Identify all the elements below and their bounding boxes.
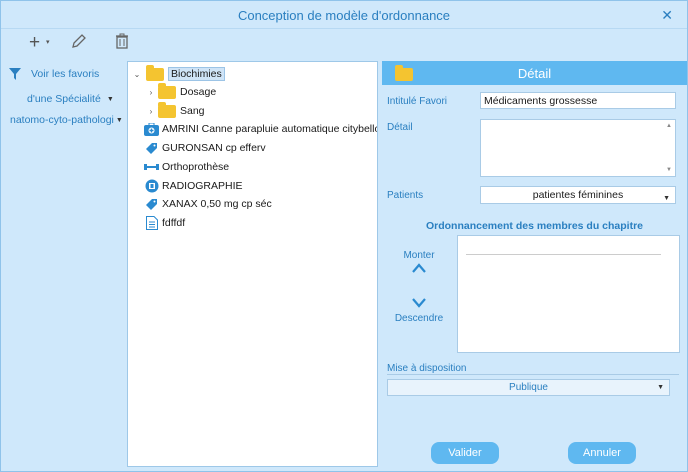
ordering-section-title: Ordonnancement des membres du chapitre — [425, 220, 644, 232]
availability-select-value: Publique — [509, 382, 548, 393]
chevron-right-icon[interactable]: › — [146, 88, 156, 97]
tree-item-fdffdf[interactable]: fdffdf — [144, 214, 185, 232]
tree-item-label: Sang — [180, 105, 205, 117]
chevron-down-icon[interactable]: ⌄ — [132, 70, 142, 79]
category-dropdown[interactable]: natomo-cyto-pathologi ▼ — [10, 114, 123, 126]
chevron-down-icon: ▼ — [115, 117, 123, 124]
add-icon[interactable]: + — [29, 32, 40, 54]
dialog-window: Conception de modèle d'ordonnance ✕ + ▾ … — [0, 0, 688, 472]
title-bar: Conception de modèle d'ordonnance ✕ — [1, 1, 687, 29]
chapter-members-list[interactable] — [457, 235, 680, 353]
list-item[interactable] — [466, 254, 661, 255]
specialty-dropdown[interactable]: d'une Spécialité ▼ — [27, 93, 114, 105]
drug-tag-icon — [144, 141, 159, 156]
scroll-up-icon[interactable]: ▲ — [666, 123, 672, 129]
edit-pencil-icon[interactable] — [71, 33, 87, 54]
availability-select[interactable]: Publique ▼ — [387, 379, 670, 396]
favori-label: Intitulé Favori — [387, 96, 448, 107]
move-down-label: Descendre — [394, 313, 444, 324]
detail-header: Détail — [382, 61, 687, 85]
tree-item-label: XANAX 0,50 mg cp séc — [162, 198, 272, 210]
left-filter-panel: Voir les favoris d'une Spécialité ▼ natom… — [1, 61, 125, 465]
show-favorites-link[interactable]: Voir les favoris — [31, 68, 99, 80]
patients-select[interactable]: patientes féminines ▼ — [480, 186, 676, 204]
radiography-icon — [144, 179, 159, 194]
tree-item-xanax[interactable]: XANAX 0,50 mg cp séc — [144, 195, 272, 213]
move-up-label: Monter — [403, 250, 435, 261]
validate-button[interactable]: Valider — [431, 442, 499, 464]
chevron-down-icon: ▼ — [663, 195, 670, 202]
folder-icon — [158, 82, 176, 99]
tree-item-biochimies[interactable]: ⌄ Biochimies — [132, 64, 225, 83]
filter-funnel-icon[interactable] — [9, 68, 21, 80]
chevron-down-icon: ▼ — [106, 96, 114, 103]
category-dropdown-label: natomo-cyto-pathologi — [10, 114, 114, 126]
favori-name-input[interactable]: Médicaments grossesse — [480, 92, 676, 109]
close-icon[interactable]: ✕ — [661, 7, 673, 24]
trash-icon[interactable] — [115, 33, 129, 54]
tree-item-label: GURONSAN cp efferv — [162, 142, 266, 154]
tree-item-label: RADIOGRAPHIE — [162, 180, 243, 192]
tree-item-sang[interactable]: › Sang — [146, 101, 205, 120]
tree-item-orthoprothese[interactable]: Orthoprothèse — [144, 158, 229, 176]
patients-label: Patients — [387, 190, 424, 201]
patients-select-value: patientes féminines — [532, 189, 624, 201]
document-icon — [144, 216, 159, 231]
detail-panel: Détail Intitulé Favori Médicaments gross… — [382, 61, 687, 467]
tree-item-guronsan[interactable]: GURONSAN cp efferv — [144, 139, 266, 157]
drug-tag-icon — [144, 197, 159, 212]
chevron-right-icon[interactable]: › — [146, 107, 156, 116]
detail-textarea[interactable] — [480, 119, 676, 177]
tree-item-amrini[interactable]: AMRINI Canne parapluie automatique cityb… — [144, 120, 378, 138]
prosthesis-icon — [144, 160, 159, 175]
detail-title: Détail — [517, 66, 552, 81]
move-up-icon[interactable] — [412, 263, 426, 273]
cancel-button[interactable]: Annuler — [568, 442, 636, 464]
chevron-down-icon: ▼ — [657, 384, 664, 391]
specialty-dropdown-label: d'une Spécialité — [27, 93, 101, 105]
scroll-down-icon[interactable]: ▼ — [666, 167, 672, 173]
window-title: Conception de modèle d'ordonnance — [237, 8, 451, 23]
folder-icon — [146, 64, 164, 81]
tree-item-label: AMRINI Canne parapluie automatique cityb… — [162, 123, 378, 135]
tree-item-label: Dosage — [180, 86, 217, 98]
tree-item-label: fdffdf — [162, 217, 186, 229]
favorites-tree: ⌄ Biochimies › Dosage › Sang AMRINI Cann… — [127, 61, 378, 467]
tree-item-label: Biochimies — [168, 67, 225, 81]
detail-label: Détail — [387, 122, 413, 133]
move-down-icon[interactable] — [412, 298, 426, 308]
medical-kit-icon — [144, 122, 159, 137]
folder-icon — [158, 101, 176, 118]
availability-label: Mise à disposition — [387, 363, 467, 374]
divider — [387, 374, 679, 375]
tree-item-radiographie[interactable]: RADIOGRAPHIE — [144, 177, 243, 195]
add-dropdown-caret-icon[interactable]: ▾ — [46, 38, 50, 46]
tree-item-dosage[interactable]: › Dosage — [146, 82, 217, 101]
tree-item-label: Orthoprothèse — [162, 161, 230, 173]
